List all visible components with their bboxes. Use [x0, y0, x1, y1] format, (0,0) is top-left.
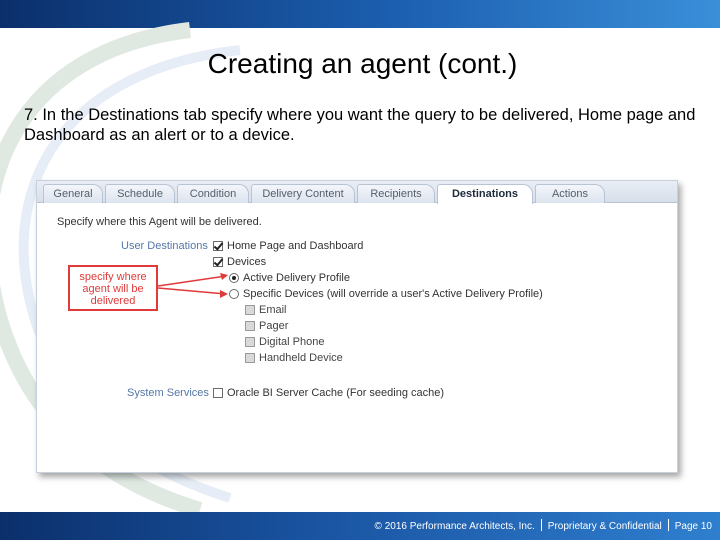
tab-general[interactable]: General	[43, 184, 103, 203]
callout-line-1: specify where	[79, 271, 147, 283]
header-bar	[0, 0, 720, 28]
devices-checkbox[interactable]	[213, 257, 223, 267]
footer-copyright: © 2016 Performance Architects, Inc.	[374, 521, 535, 532]
footer-separator	[540, 519, 542, 531]
specific-devices-label: Specific Devices (will override a user's…	[243, 288, 543, 300]
pager-checkbox[interactable]	[245, 321, 255, 331]
server-cache-label: Oracle BI Server Cache (For seeding cach…	[227, 387, 445, 399]
tab-condition[interactable]: Condition	[177, 184, 249, 203]
tab-destinations[interactable]: Destinations	[437, 184, 533, 204]
home-page-dashboard-label: Home Page and Dashboard	[227, 240, 364, 252]
tab-schedule[interactable]: Schedule	[105, 184, 175, 203]
callout-line-3: delivered	[90, 295, 136, 307]
footer-confidential: Proprietary & Confidential	[547, 521, 662, 532]
footer: © 2016 Performance Architects, Inc. Propr…	[375, 519, 712, 532]
pager-label: Pager	[259, 320, 289, 332]
destinations-screenshot: General Schedule Condition Delivery Cont…	[36, 180, 678, 473]
destinations-instruction: Specify where this Agent will be deliver…	[57, 216, 262, 228]
user-destinations-label: User Destinations	[121, 240, 208, 252]
home-page-dashboard-checkbox[interactable]	[213, 241, 223, 251]
system-services-label: System Services	[127, 387, 209, 399]
handheld-device-checkbox[interactable]	[245, 353, 255, 363]
devices-label: Devices	[227, 256, 267, 268]
tab-delivery-content[interactable]: Delivery Content	[251, 184, 355, 203]
footer-page: Page 10	[674, 521, 712, 532]
specific-devices-radio[interactable]	[229, 289, 239, 299]
digital-phone-checkbox[interactable]	[245, 337, 255, 347]
tab-recipients[interactable]: Recipients	[357, 184, 435, 203]
footer-separator	[667, 519, 669, 531]
tab-actions[interactable]: Actions	[535, 184, 605, 203]
server-cache-checkbox[interactable]	[213, 388, 223, 398]
handheld-device-label: Handheld Device	[259, 352, 343, 364]
callout-line-2: agent will be	[82, 283, 144, 295]
email-checkbox[interactable]	[245, 305, 255, 315]
email-label: Email	[259, 304, 287, 316]
active-delivery-profile-radio[interactable]	[229, 273, 239, 283]
digital-phone-label: Digital Phone	[259, 336, 325, 348]
body-text: 7. In the Destinations tab specify where…	[24, 106, 696, 144]
tab-bar: General Schedule Condition Delivery Cont…	[37, 181, 677, 204]
callout-box: specify where agent will be delivered	[68, 265, 158, 311]
active-delivery-profile-label: Active Delivery Profile	[243, 272, 350, 284]
page-title: Creating an agent (cont.)	[207, 48, 518, 79]
